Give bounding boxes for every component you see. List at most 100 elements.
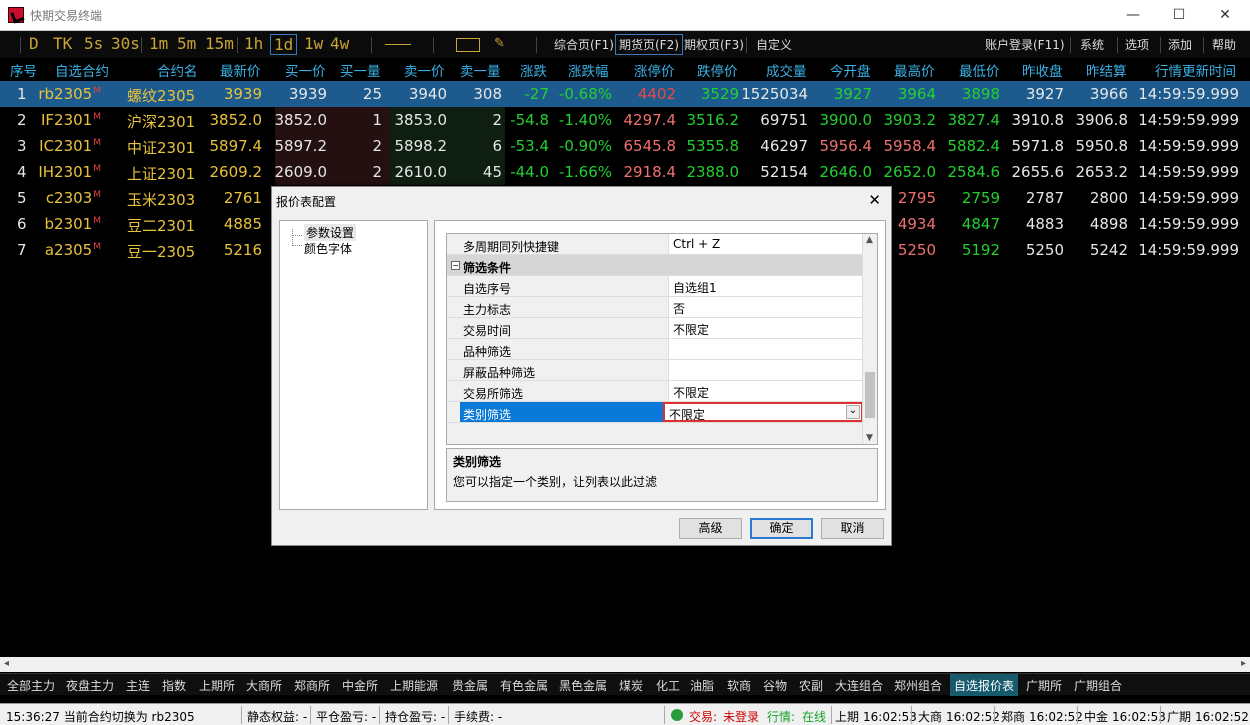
column-header[interactable]: 最新价 xyxy=(220,60,261,80)
property-value[interactable]: 自选组1 xyxy=(668,276,863,296)
futures-page-button[interactable]: 期货页(F2) xyxy=(615,34,683,55)
tf-d[interactable]: D xyxy=(29,34,39,53)
tree-item-params[interactable]: 参数设置 xyxy=(304,224,357,241)
options-menu-button[interactable]: 选项 xyxy=(1125,36,1149,53)
column-header[interactable]: 今开盘 xyxy=(830,60,871,80)
tf-1m[interactable]: 1m xyxy=(149,34,168,53)
scroll-left-icon[interactable]: ◂ xyxy=(4,658,9,669)
column-header[interactable]: 涨跌幅 xyxy=(568,60,609,80)
quote-row[interactable]: 1 rb2305M 螺纹2305 3939 3939 25 3940 308 -27 -0.68%… xyxy=(0,81,1250,107)
category-tab[interactable]: 化工 xyxy=(656,677,680,694)
column-header[interactable]: 涨跌 xyxy=(520,60,547,80)
quote-row[interactable]: 3 IC2301M 中证2301 5897.4 5897.2 2 5898.2 6 -53.4-… xyxy=(0,133,1250,159)
column-header[interactable]: 成交量 xyxy=(766,60,807,80)
tree-item-colors[interactable]: 颜色字体 xyxy=(304,240,352,257)
ok-button[interactable]: 确定 xyxy=(750,518,813,539)
line-draw-icon[interactable] xyxy=(385,44,411,45)
scroll-right-icon[interactable]: ▸ xyxy=(1241,658,1246,669)
column-header[interactable]: 卖一量 xyxy=(460,60,501,80)
close-button[interactable]: ✕ xyxy=(1202,0,1248,30)
column-header[interactable]: 涨停价 xyxy=(634,60,675,80)
property-row[interactable]: 交易所筛选 不限定 xyxy=(447,381,863,402)
options-page-button[interactable]: 期权页(F3) xyxy=(684,36,744,53)
category-row[interactable]: − 筛选条件 xyxy=(447,255,863,276)
property-value[interactable] xyxy=(668,339,863,359)
tf-1h[interactable]: 1h xyxy=(244,34,263,53)
column-header[interactable]: 最低价 xyxy=(959,60,1000,80)
tf-15m[interactable]: 15m xyxy=(205,34,234,53)
system-menu-button[interactable]: 系统 xyxy=(1080,36,1104,53)
column-header[interactable]: 行情更新时间 xyxy=(1155,60,1236,80)
tf-1w[interactable]: 1w xyxy=(304,34,323,53)
property-row[interactable]: 主力标志 否 xyxy=(447,297,863,318)
tf-5s[interactable]: 5s xyxy=(84,34,103,53)
eraser-icon[interactable]: ✎ xyxy=(494,36,514,51)
column-header[interactable]: 昨收盘 xyxy=(1022,60,1063,80)
rectangle-draw-icon[interactable] xyxy=(456,38,480,52)
category-tab[interactable]: 煤炭 xyxy=(619,677,643,694)
tf-30s[interactable]: 30s xyxy=(111,34,140,53)
dialog-close-icon[interactable]: ✕ xyxy=(868,191,881,209)
category-tab[interactable]: 农副 xyxy=(799,677,823,694)
tf-4w[interactable]: 4w xyxy=(330,34,349,53)
horizontal-scrollbar[interactable]: ◂ ▸ xyxy=(0,657,1250,672)
advanced-button[interactable]: 高级 xyxy=(679,518,742,539)
property-value[interactable]: Ctrl + Z xyxy=(668,234,863,254)
quote-row[interactable]: 2 IF2301M 沪深2301 3852.0 3852.0 1 3853.0 2 -54.8-… xyxy=(0,107,1250,133)
category-tab[interactable]: 大商所 xyxy=(246,677,282,694)
scroll-up-icon[interactable]: ▲ xyxy=(866,235,873,245)
property-row[interactable]: 类别筛选 不限定 ⌄ xyxy=(447,402,863,423)
tf-5m[interactable]: 5m xyxy=(177,34,196,53)
category-tab[interactable]: 中金所 xyxy=(342,677,378,694)
tf-tick[interactable]: TK xyxy=(53,34,72,53)
property-value[interactable] xyxy=(668,360,863,380)
column-header[interactable]: 买一价 xyxy=(285,60,326,80)
column-header[interactable]: 最高价 xyxy=(894,60,935,80)
column-header[interactable]: 卖一价 xyxy=(404,60,445,80)
account-login-button[interactable]: 账户登录(F11) xyxy=(985,36,1065,53)
add-button[interactable]: 添加 xyxy=(1168,36,1192,53)
category-tab[interactable]: 上期所 xyxy=(199,677,235,694)
category-tab[interactable]: 全部主力 xyxy=(7,677,55,694)
property-value[interactable]: 不限定 xyxy=(668,381,863,401)
category-tab[interactable]: 黑色金属 xyxy=(559,677,607,694)
category-tab[interactable]: 自选报价表 xyxy=(950,674,1019,696)
column-header[interactable]: 跌停价 xyxy=(697,60,738,80)
custom-page-button[interactable]: 自定义 xyxy=(756,36,792,53)
property-row[interactable]: 自选序号 自选组1 xyxy=(447,276,863,297)
column-header[interactable]: 合约名 xyxy=(157,60,198,80)
category-tab[interactable]: 夜盘主力 xyxy=(66,677,114,694)
chevron-down-icon[interactable]: ⌄ xyxy=(846,405,860,419)
column-header[interactable]: 买一量 xyxy=(340,60,381,80)
category-tab[interactable]: 软商 xyxy=(727,677,751,694)
category-tab[interactable]: 郑州组合 xyxy=(894,677,942,694)
collapse-icon[interactable]: − xyxy=(451,261,460,270)
category-tab[interactable]: 上期能源 xyxy=(390,677,438,694)
category-tab[interactable]: 谷物 xyxy=(763,677,787,694)
category-tab[interactable]: 主连 xyxy=(126,677,150,694)
property-value[interactable]: 否 xyxy=(668,297,863,317)
category-tab[interactable]: 郑商所 xyxy=(294,677,330,694)
vertical-scrollbar[interactable]: ▲ ▼ xyxy=(862,234,877,444)
column-header[interactable]: 昨结算 xyxy=(1086,60,1127,80)
overview-page-button[interactable]: 综合页(F1) xyxy=(554,36,614,53)
minimize-button[interactable]: — xyxy=(1110,0,1156,30)
scroll-down-icon[interactable]: ▼ xyxy=(866,433,873,443)
column-header[interactable]: 自选合约 xyxy=(55,60,109,80)
category-tab[interactable]: 有色金属 xyxy=(500,677,548,694)
quote-row[interactable]: 4 IH2301M 上证2301 2609.2 2609.0 2 2610.0 45 -44.0… xyxy=(0,159,1250,185)
help-button[interactable]: 帮助 xyxy=(1212,36,1236,53)
category-tab[interactable]: 指数 xyxy=(162,677,186,694)
property-row[interactable]: 屏蔽品种筛选 xyxy=(447,360,863,381)
property-row[interactable]: 品种筛选 xyxy=(447,339,863,360)
category-tab[interactable]: 贵金属 xyxy=(452,677,488,694)
scroll-thumb[interactable] xyxy=(865,372,875,418)
tf-1d[interactable]: 1d xyxy=(270,34,298,55)
category-tab[interactable]: 广期组合 xyxy=(1074,677,1122,694)
category-tab[interactable]: 广期所 xyxy=(1026,677,1062,694)
property-value[interactable]: 不限定 xyxy=(668,318,863,338)
cancel-button[interactable]: 取消 xyxy=(821,518,884,539)
property-row[interactable]: 多周期同列快捷键 Ctrl + Z xyxy=(447,234,863,255)
category-tab[interactable]: 大连组合 xyxy=(835,677,883,694)
column-header[interactable]: 序号 xyxy=(10,60,37,80)
